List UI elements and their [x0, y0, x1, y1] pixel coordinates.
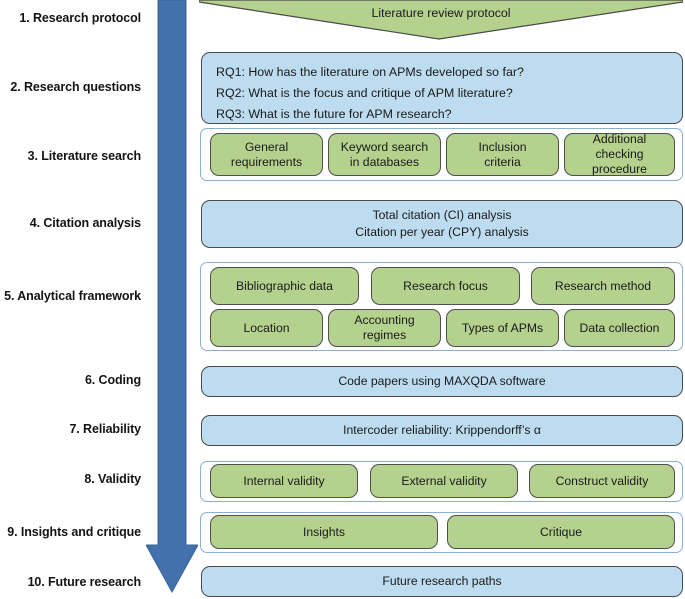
validity-item-2: External validity — [370, 464, 518, 498]
stage-label-9: 9. Insights and critique — [7, 525, 141, 539]
citation-analysis-line-1: Total citation (CI) analysis — [372, 208, 512, 223]
stage-label-3: 3. Literature search — [27, 149, 141, 163]
analytical-framework-item-5: Accounting regimes — [328, 309, 441, 347]
insights-item: Insights — [210, 515, 438, 549]
literature-search-item-1: General requirements — [210, 133, 323, 176]
validity-item-3: Construct validity — [529, 464, 675, 498]
analytical-framework-item-3: Research method — [531, 267, 675, 305]
reliability-box: Intercoder reliability: Krippendorff’s α — [201, 415, 683, 446]
analytical-framework-item-6: Types of APMs — [446, 309, 559, 347]
flow-diagram: 1. Research protocol 2. Research questio… — [0, 0, 685, 599]
stage-label-2: 2. Research questions — [10, 80, 141, 94]
analytical-framework-item-7: Data collection — [564, 309, 675, 347]
literature-review-protocol-label: Literature review protocol — [371, 6, 511, 20]
coding-box: Code papers using MAXQDA software — [201, 366, 683, 397]
downward-process-arrow-icon — [146, 0, 198, 594]
analytical-framework-item-4: Location — [210, 309, 323, 347]
critique-item: Critique — [447, 515, 675, 549]
literature-search-item-4: Additional checking procedure — [564, 132, 675, 176]
research-question-3: RQ3: What is the future for APM research… — [216, 106, 452, 121]
stage-label-8: 8. Validity — [84, 472, 141, 486]
citation-analysis-box: Total citation (CI) analysis Citation pe… — [201, 200, 683, 248]
literature-search-item-3: Inclusion criteria — [446, 133, 559, 176]
research-questions-box: RQ1: How has the literature on APMs deve… — [201, 52, 683, 124]
research-question-1: RQ1: How has the literature on APMs deve… — [216, 65, 524, 79]
analytical-framework-item-2: Research focus — [371, 267, 520, 305]
future-research-box: Future research paths — [201, 566, 683, 597]
stage-label-1: 1. Research protocol — [19, 11, 141, 25]
stage-label-7: 7. Reliability — [69, 422, 141, 436]
stage-label-5: 5. Analytical framework — [4, 289, 141, 303]
citation-analysis-line-2: Citation per year (CPY) analysis — [355, 225, 529, 239]
research-question-2: RQ2: What is the focus and critique of A… — [216, 85, 513, 100]
stage-label-4: 4. Citation analysis — [29, 216, 141, 230]
literature-search-item-2: Keyword search in databases — [328, 133, 441, 176]
validity-item-1: Internal validity — [210, 464, 358, 498]
stage-label-10: 10. Future research — [27, 575, 142, 589]
stage-label-6: 6. Coding — [84, 373, 141, 387]
analytical-framework-item-1: Bibliographic data — [210, 267, 359, 305]
